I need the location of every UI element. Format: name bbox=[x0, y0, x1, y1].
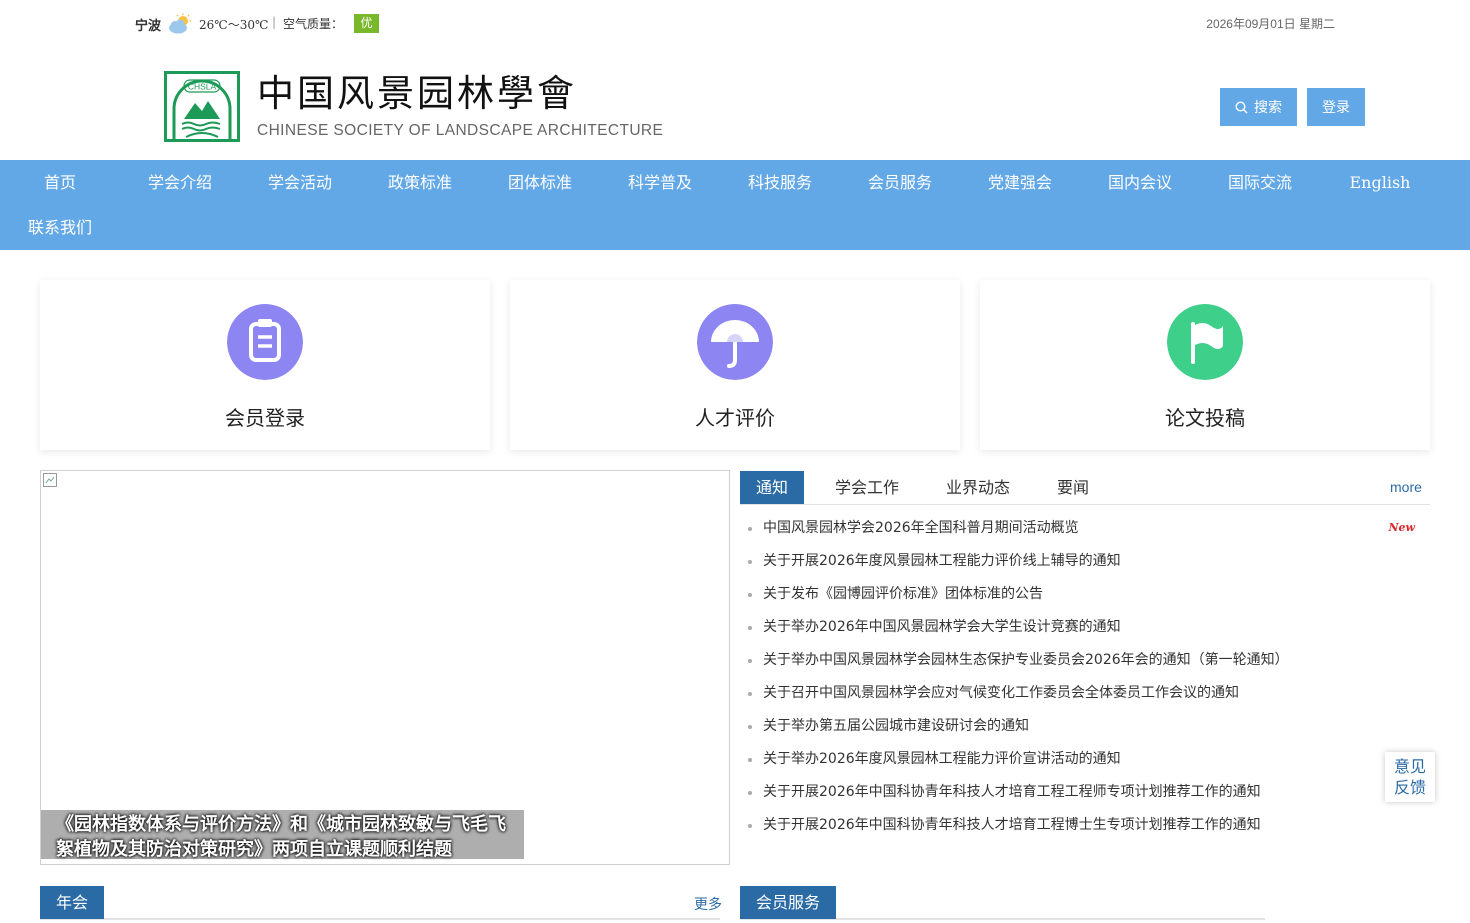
news-title: 中国风景园林学会2026年全国科普月期间活动概览 bbox=[763, 520, 1079, 536]
feedback-button[interactable]: 意见 反馈 bbox=[1385, 752, 1435, 802]
society-emblem-logo[interactable]: CHSLA bbox=[164, 71, 240, 142]
news-list: 中国风景园林学会2026年全国科普月期间活动概览 New 关于开展2026年度风景… bbox=[747, 512, 1427, 842]
current-date: 2026年09月01日 星期二 bbox=[1206, 17, 1335, 31]
nav-item-policy-standards[interactable]: 政策标准 bbox=[360, 160, 480, 205]
slide-caption-text: 《园林指数体系与评价方法》和《城市园林致敏与飞毛飞絮植物及其防治对策研究》两项自… bbox=[56, 814, 506, 860]
news-title: 关于开展2026年中国科协青年科技人才培育工程工程师专项计划推荐工作的通知 bbox=[763, 784, 1261, 800]
separator: | bbox=[272, 15, 277, 29]
news-title: 关于举办中国风景园林学会园林生态保护专业委员会2026年会的通知（第一轮通知） bbox=[763, 652, 1289, 668]
temperature-range: 26℃～30℃ bbox=[199, 18, 269, 32]
city-name: 宁波 bbox=[135, 19, 162, 34]
logo-english-name: CHINESE SOCIETY OF LANDSCAPE ARCHITECTUR… bbox=[257, 122, 664, 139]
nav-item-group-standards[interactable]: 团体标准 bbox=[480, 160, 600, 205]
news-item[interactable]: 关于开展2026年度风景园林工程能力评价线上辅导的通知 bbox=[747, 545, 1427, 578]
news-item[interactable]: 关于举办2026年度风景园林工程能力评价宣讲活动的通知 bbox=[747, 743, 1427, 776]
nav-item-international[interactable]: 国际交流 bbox=[1200, 160, 1320, 205]
news-item[interactable]: 关于开展2026年中国科协青年科技人才培育工程博士生专项计划推荐工作的通知 bbox=[747, 809, 1427, 842]
slide-caption[interactable]: 《园林指数体系与评价方法》和《城市园林致敏与飞毛飞絮植物及其防治对策研究》两项自… bbox=[41, 810, 524, 860]
news-item[interactable]: 关于开展2026年中国科协青年科技人才培育工程工程师专项计划推荐工作的通知 bbox=[747, 776, 1427, 809]
news-item[interactable]: 关于举办中国风景园林学会园林生态保护专业委员会2026年会的通知（第一轮通知） bbox=[747, 644, 1427, 677]
news-item[interactable]: 关于举办2026年中国风景园林学会大学生设计竞赛的通知 bbox=[747, 611, 1427, 644]
news-title: 关于发布《园博园评价标准》团体标准的公告 bbox=[763, 586, 1043, 602]
broken-image-icon bbox=[43, 473, 57, 487]
bullet-dot bbox=[748, 527, 752, 531]
nav-item-domestic-conferences[interactable]: 国内会议 bbox=[1080, 160, 1200, 205]
tab-notices[interactable]: 通知 bbox=[740, 471, 804, 504]
bullet-dot bbox=[748, 824, 752, 828]
nav-item-party-building[interactable]: 党建强会 bbox=[960, 160, 1080, 205]
section-divider bbox=[40, 918, 720, 920]
card-label: 人才评价 bbox=[695, 406, 775, 430]
clipboard-icon bbox=[227, 304, 303, 380]
bullet-dot bbox=[748, 692, 752, 696]
news-title: 关于召开中国风景园林学会应对气候变化工作委员会全体委员工作会议的通知 bbox=[763, 685, 1239, 701]
news-slideshow[interactable]: 《园林指数体系与评价方法》和《城市园林致敏与飞毛飞絮植物及其防治对策研究》两项自… bbox=[40, 470, 730, 865]
news-item[interactable]: 关于发布《园博园评价标准》团体标准的公告 bbox=[747, 578, 1427, 611]
main-navigation: 首页 学会介绍 学会活动 政策标准 团体标准 科学普及 科技服务 会员服务 党建… bbox=[0, 160, 1470, 250]
nav-item-tech-services[interactable]: 科技服务 bbox=[720, 160, 840, 205]
bullet-dot bbox=[748, 626, 752, 630]
card-talent-evaluation[interactable]: 人才评价 bbox=[510, 280, 960, 450]
nav-item-english[interactable]: English bbox=[1320, 160, 1440, 205]
news-title: 关于举办第五届公园城市建设研讨会的通知 bbox=[763, 718, 1029, 734]
news-item[interactable]: 关于举办第五届公园城市建设研讨会的通知 bbox=[747, 710, 1427, 743]
tab-divider bbox=[740, 504, 1430, 505]
login-button[interactable]: 登录 bbox=[1307, 88, 1365, 126]
card-paper-submission[interactable]: 论文投稿 bbox=[980, 280, 1430, 450]
bullet-dot bbox=[748, 725, 752, 729]
tab-industry-news[interactable]: 业界动态 bbox=[946, 471, 1010, 504]
news-title: 关于举办2026年度风景园林工程能力评价宣讲活动的通知 bbox=[763, 751, 1121, 767]
umbrella-icon bbox=[697, 304, 773, 380]
news-item[interactable]: 中国风景园林学会2026年全国科普月期间活动概览 New bbox=[747, 512, 1427, 545]
search-button-label: 搜索 bbox=[1254, 100, 1282, 116]
news-title: 关于举办2026年中国风景园林学会大学生设计竞赛的通知 bbox=[763, 619, 1121, 635]
partly-cloudy-icon bbox=[169, 13, 191, 34]
bullet-dot bbox=[748, 560, 752, 564]
nav-item-home[interactable]: 首页 bbox=[0, 160, 120, 205]
emblem-text: CHSLA bbox=[188, 82, 217, 92]
card-member-login[interactable]: 会员登录 bbox=[40, 280, 490, 450]
card-label: 会员登录 bbox=[225, 406, 305, 430]
logo-chinese-name[interactable]: 中国风景园林學會 bbox=[257, 71, 577, 117]
air-quality-badge: 优 bbox=[354, 14, 379, 33]
news-title: 关于开展2026年度风景园林工程能力评价线上辅导的通知 bbox=[763, 553, 1121, 569]
nav-item-about[interactable]: 学会介绍 bbox=[120, 160, 240, 205]
bullet-dot bbox=[748, 791, 752, 795]
card-label: 论文投稿 bbox=[1165, 406, 1245, 430]
feedback-line1: 意见 bbox=[1393, 757, 1426, 776]
news-more-link[interactable]: more bbox=[1390, 479, 1422, 495]
bullet-dot bbox=[748, 758, 752, 762]
nav-item-contact[interactable]: 联系我们 bbox=[0, 205, 120, 250]
search-icon bbox=[1235, 100, 1248, 113]
bullet-dot bbox=[748, 659, 752, 663]
feedback-line2: 反馈 bbox=[1393, 778, 1426, 797]
section-annual-meeting-tab[interactable]: 年会 bbox=[40, 886, 104, 919]
section-member-service-tab[interactable]: 会员服务 bbox=[740, 886, 836, 919]
annual-more-link[interactable]: 更多 bbox=[694, 894, 722, 914]
search-button[interactable]: 搜索 bbox=[1220, 88, 1297, 126]
news-title: 关于开展2026年中国科协青年科技人才培育工程博士生专项计划推荐工作的通知 bbox=[763, 817, 1261, 833]
nav-item-activities[interactable]: 学会活动 bbox=[240, 160, 360, 205]
air-quality-label: 空气质量： bbox=[283, 17, 344, 31]
new-badge-icon: New bbox=[1388, 521, 1415, 534]
flag-icon bbox=[1167, 304, 1243, 380]
nav-item-science-popularization[interactable]: 科学普及 bbox=[600, 160, 720, 205]
tab-society-work[interactable]: 学会工作 bbox=[835, 471, 899, 504]
news-item[interactable]: 关于召开中国风景园林学会应对气候变化工作委员会全体委员工作会议的通知 bbox=[747, 677, 1427, 710]
tab-headlines[interactable]: 要闻 bbox=[1057, 471, 1089, 504]
bullet-dot bbox=[748, 593, 752, 597]
nav-item-member-services[interactable]: 会员服务 bbox=[840, 160, 960, 205]
